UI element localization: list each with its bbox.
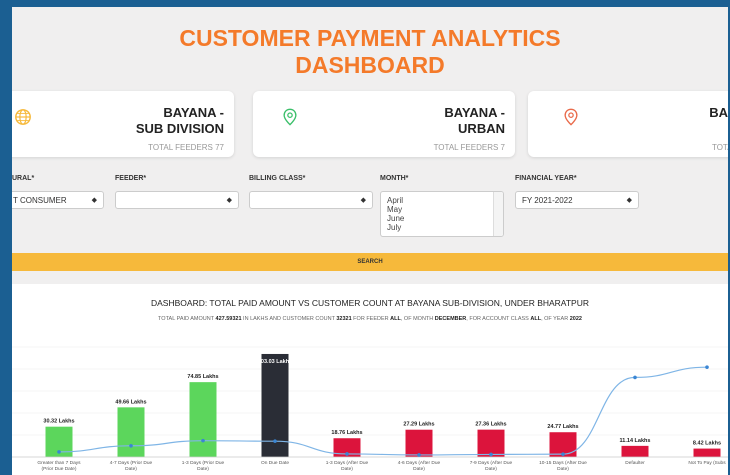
line-point[interactable] (705, 365, 709, 369)
map-pin-icon (564, 108, 578, 126)
chart-bar[interactable] (117, 407, 145, 457)
card-ba[interactable]: BA TOTAL (528, 91, 728, 157)
category-label: 1-3 Days (Prior Due Date) (182, 460, 225, 472)
month-label: MONTH* (380, 175, 409, 182)
chart-bar[interactable] (189, 382, 217, 457)
category-label: 1-3 Days (After Due Date) (326, 460, 369, 472)
line-point[interactable] (345, 452, 349, 456)
chart-bar[interactable] (693, 448, 721, 457)
billing-class-select[interactable]: ◆ (249, 191, 373, 209)
chart-bar[interactable] (621, 445, 649, 457)
bar-value-label: 103.03 Lakhs (258, 359, 292, 365)
category-label: On Due Date (261, 460, 289, 466)
category-label: Not To Pay (Subs (688, 460, 726, 466)
chart-panel: DASHBOARD: TOTAL PAID AMOUNT VS CUSTOMER… (12, 284, 728, 475)
month-option[interactable]: June (387, 214, 503, 223)
page-title: CUSTOMER PAYMENT ANALYTICS DASHBOARD (179, 25, 561, 78)
feeder-label: FEEDER* (115, 175, 147, 182)
chevron-down-icon: ◆ (360, 197, 366, 204)
total-feeders: TOTAL FEEDERS 7 (433, 143, 505, 152)
rural-select[interactable]: T CONSUMER ◆ (12, 191, 104, 209)
bar-value-label: 27.36 Lakhs (475, 422, 506, 428)
financial-year-label: FINANCIAL YEAR* (515, 175, 577, 182)
chevron-down-icon: ◆ (226, 197, 232, 204)
search-button[interactable]: SEARCH (12, 253, 728, 271)
bar-value-label: 30.32 Lakhs (43, 419, 74, 425)
feeder-select[interactable]: ◆ (115, 191, 239, 209)
bar-value-label: 8.42 Lakhs (693, 441, 721, 447)
category-label: Defaulter (625, 460, 645, 466)
customer-count-line (58, 366, 708, 456)
chart-bar[interactable] (405, 429, 433, 457)
chevron-down-icon: ◆ (91, 197, 97, 204)
globe-icon (15, 109, 31, 125)
category-label: 7-9 Days (After Due Date) (470, 460, 513, 472)
category-label: 4-7 Days (Prior Due Date) (110, 460, 153, 472)
bar-value-label: 24.77 Lakhs (547, 424, 578, 430)
month-listbox[interactable]: April May June July (380, 191, 504, 237)
line-point[interactable] (201, 438, 205, 443)
card-bayana-urban[interactable]: BAYANA - URBAN TOTAL FEEDERS 7 (253, 91, 515, 157)
bar-value-label: 11.14 Lakhs (620, 438, 651, 444)
line-point[interactable] (561, 452, 565, 456)
category-label: Greater than 7 Days (Prior Due Date) (37, 460, 81, 472)
bar-value-label: 74.85 Lakhs (187, 374, 218, 380)
month-option[interactable]: April (387, 196, 503, 205)
card-name: BA (709, 105, 728, 120)
chevron-down-icon: ◆ (626, 197, 632, 204)
card-bayana-sub-division[interactable]: BAYANA - SUB DIVISION TOTAL FEEDERS 77 (12, 91, 234, 157)
month-scrollbar[interactable] (493, 192, 503, 236)
line-point[interactable] (489, 452, 493, 457)
line-point[interactable] (57, 450, 61, 454)
category-label: 4-6 Days (After Due Date) (398, 460, 441, 472)
financial-year-select[interactable]: FY 2021-2022 ◆ (515, 191, 639, 209)
line-point[interactable] (273, 439, 277, 443)
bar-value-label: 18.76 Lakhs (331, 430, 362, 436)
bar-value-label: 27.29 Lakhs (403, 422, 434, 428)
card-name: BAYANA - SUB DIVISION (135, 105, 224, 136)
rural-label: URAL* (12, 175, 35, 182)
billing-class-label: BILLING CLASS* (249, 175, 306, 182)
line-point[interactable] (417, 453, 421, 457)
line-point[interactable] (129, 443, 133, 448)
month-option[interactable]: July (387, 223, 503, 232)
month-option[interactable]: May (387, 205, 503, 214)
dashboard-frame: CUSTOMER PAYMENT ANALYTICS DASHBOARD BAY… (12, 7, 728, 475)
bar-value-label: 49.66 Lakhs (115, 399, 146, 405)
total-feeders: TOTAL FEEDERS 77 (148, 143, 224, 152)
card-name: BAYANA - URBAN (444, 105, 505, 136)
category-label: 10-15 Days (After Due Date) (539, 460, 587, 472)
line-point[interactable] (633, 375, 637, 380)
map-pin-icon (283, 108, 297, 126)
payment-bar-chart: 30.32 Lakhs Greater than 7 Days (Prior Due… (12, 346, 728, 472)
total-feeders: TOTAL (711, 143, 728, 152)
